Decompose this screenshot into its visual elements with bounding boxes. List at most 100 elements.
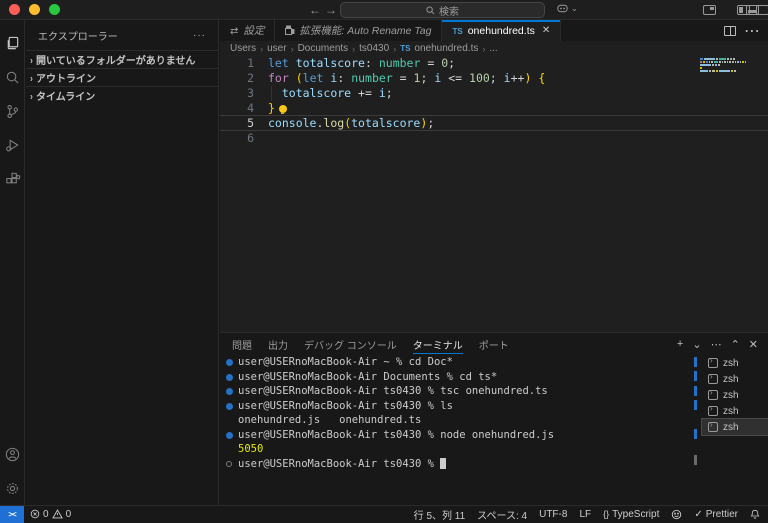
copilot-menu[interactable]: ⌄	[556, 2, 578, 15]
code-line-3[interactable]: 3 totalscore += i;	[220, 86, 768, 101]
sidebar-section-1[interactable]: › アウトライン	[26, 68, 218, 86]
window-close-button[interactable]	[9, 4, 20, 15]
window-maximize-button[interactable]	[49, 4, 60, 15]
line-number: 5	[247, 116, 254, 130]
terminal-line: user@USERnoMacBook-Air ~ % cd Doc*	[220, 355, 692, 370]
panel-tab-デバッグ コンソール[interactable]: デバッグ コンソール	[304, 333, 397, 355]
settings-gear-icon[interactable]	[0, 471, 25, 505]
line-number: 1	[247, 56, 254, 70]
breadcrumb-segment[interactable]: ts0430	[359, 43, 389, 54]
terminal-instance-zsh[interactable]: zsh	[702, 387, 768, 403]
search-icon	[426, 5, 435, 14]
terminal-line: user@USERnoMacBook-Air Documents % cd ts…	[220, 370, 692, 385]
code-line-6[interactable]: 6	[220, 131, 768, 146]
terminal-icon	[708, 420, 718, 432]
panel-tab-ポート[interactable]: ポート	[479, 333, 509, 355]
breadcrumb-segment[interactable]: Documents	[298, 43, 349, 54]
back-arrow-icon[interactable]: ←	[309, 1, 321, 19]
terminal-icon	[708, 356, 718, 368]
panel-tab-ターミナル[interactable]: ターミナル	[412, 333, 463, 355]
new-terminal-icon[interactable]: +	[677, 338, 683, 351]
tab-onehundred.ts[interactable]: onehundred.ts ✕	[442, 20, 562, 41]
lightbulb-icon[interactable]	[278, 105, 287, 114]
feedback-smiley[interactable]	[665, 506, 688, 523]
sidebar-section-label: 開いているフォルダーがありません	[36, 56, 196, 67]
terminal-instance-zsh[interactable]: zsh	[702, 403, 768, 419]
explorer-icon[interactable]	[0, 26, 25, 60]
terminal-profile-dropdown-icon[interactable]: ⌄	[692, 338, 701, 351]
sidebar-more-actions-icon[interactable]: ···	[193, 30, 206, 41]
code-text: }	[254, 101, 287, 116]
command-decoration-icon[interactable]	[226, 460, 232, 467]
breadcrumb-segment[interactable]: Users	[230, 43, 256, 54]
chevron-right-icon: ›	[260, 43, 264, 54]
editor-more-actions-icon[interactable]: ⋯	[744, 21, 760, 41]
sidebar-section-0[interactable]: › 開いているフォルダーがありません	[26, 50, 218, 68]
code-text: totalscore += i;	[281, 86, 393, 100]
code-line-1[interactable]: 1 let totalscore: number = 0;	[220, 56, 768, 71]
language-mode[interactable]: {} TypeScript	[597, 506, 665, 523]
line-number: 3	[247, 86, 254, 100]
terminal-instance-zsh[interactable]: zsh	[702, 371, 768, 387]
terminal-icon	[708, 404, 718, 416]
account-icon[interactable]	[0, 437, 25, 471]
breadcrumb-segment[interactable]: user	[267, 43, 286, 54]
notifications-bell[interactable]	[744, 506, 768, 523]
status-bar: >< 0 0 行 5、列 11 スペース: 4 UTF-8 LF {} Type…	[0, 505, 768, 523]
smiley-icon	[671, 509, 682, 520]
sidebar-section-2[interactable]: › タイムライン	[26, 86, 218, 104]
terminal-instance-list: zshzshzshzshzsh	[701, 355, 768, 506]
maximize-panel-icon[interactable]: ⌃	[731, 338, 740, 351]
line-number: 4	[247, 101, 254, 115]
bell-icon	[750, 509, 760, 520]
source-control-icon[interactable]	[0, 94, 25, 128]
panel-more-actions-icon[interactable]: ⋯	[711, 338, 722, 351]
chevron-right-icon: ›	[290, 43, 294, 54]
indentation[interactable]: スペース: 4	[471, 506, 533, 523]
code-line-2[interactable]: 2 for (let i: number = 1; i <= 100; i++) …	[220, 71, 768, 86]
panel-tab-出力[interactable]: 出力	[268, 333, 288, 355]
prettier-status[interactable]: ✓ Prettier	[688, 506, 744, 523]
remote-indicator[interactable]: ><	[0, 505, 24, 523]
customize-layout-icon[interactable]	[703, 5, 716, 15]
breadcrumb-symbol[interactable]: ...	[489, 43, 497, 54]
search-sidebar-icon[interactable]	[0, 60, 25, 94]
terminal-instance-zsh[interactable]: zsh	[701, 418, 768, 436]
command-decoration-icon[interactable]	[226, 359, 233, 366]
close-panel-icon[interactable]: ✕	[749, 338, 758, 351]
command-decoration-icon[interactable]	[226, 402, 233, 410]
extensions-icon[interactable]	[0, 162, 25, 196]
tab-拡張機能: Auto Rename Tag[interactable]: 拡張機能: Auto Rename Tag	[275, 20, 443, 41]
split-editor-icon[interactable]	[724, 25, 736, 36]
tab-close-icon[interactable]: ✕	[542, 25, 550, 36]
terminal-instance-zsh[interactable]: zsh	[702, 355, 768, 371]
breadcrumb[interactable]: Users › user › Documents › ts0430 › TS onehundred…	[220, 41, 768, 56]
command-decoration-icon[interactable]	[226, 373, 233, 381]
code-text: console.log(totalscore);	[268, 116, 435, 130]
run-debug-icon[interactable]	[0, 128, 25, 162]
window-minimize-button[interactable]	[29, 4, 40, 15]
chevron-right-icon: ›	[30, 53, 33, 66]
minimap[interactable]	[700, 58, 746, 76]
encoding[interactable]: UTF-8	[533, 506, 573, 523]
forward-arrow-icon[interactable]: →	[325, 1, 337, 19]
search-command-center[interactable]: 検索	[340, 2, 545, 18]
code-editor[interactable]: 1 let totalscore: number = 0; 2 for (let i:…	[220, 56, 768, 352]
error-count: 0	[43, 508, 49, 520]
cursor-position[interactable]: 行 5、列 11	[408, 506, 472, 523]
braces-icon: {}	[603, 509, 610, 519]
terminal-output[interactable]: user@USERnoMacBook-Air ~ % cd Doc* user@U…	[220, 355, 692, 506]
panel-tab-bar: 問題 出力 デバッグ コンソール ターミナル ポート + ⌄ ⋯ ⌃ ✕	[220, 333, 768, 355]
code-line-5[interactable]: 5 console.log(totalscore);	[220, 115, 768, 131]
panel-tab-問題[interactable]: 問題	[232, 333, 252, 355]
command-decoration-icon[interactable]	[226, 431, 233, 439]
command-decoration-icon[interactable]	[226, 388, 233, 395]
problems-status[interactable]: 0 0	[24, 506, 77, 523]
tab-設定[interactable]: 設定	[220, 20, 276, 41]
breadcrumb-file[interactable]: onehundred.ts	[414, 43, 478, 54]
code-line-4[interactable]: 4}	[220, 101, 768, 116]
chevron-right-icon: ›	[352, 43, 356, 54]
terminal-line: user@USERnoMacBook-Air ts0430 % tsc oneh…	[220, 384, 692, 399]
toggle-secondary-sidebar-icon[interactable]	[756, 5, 768, 15]
eol-sequence[interactable]: LF	[573, 506, 597, 523]
